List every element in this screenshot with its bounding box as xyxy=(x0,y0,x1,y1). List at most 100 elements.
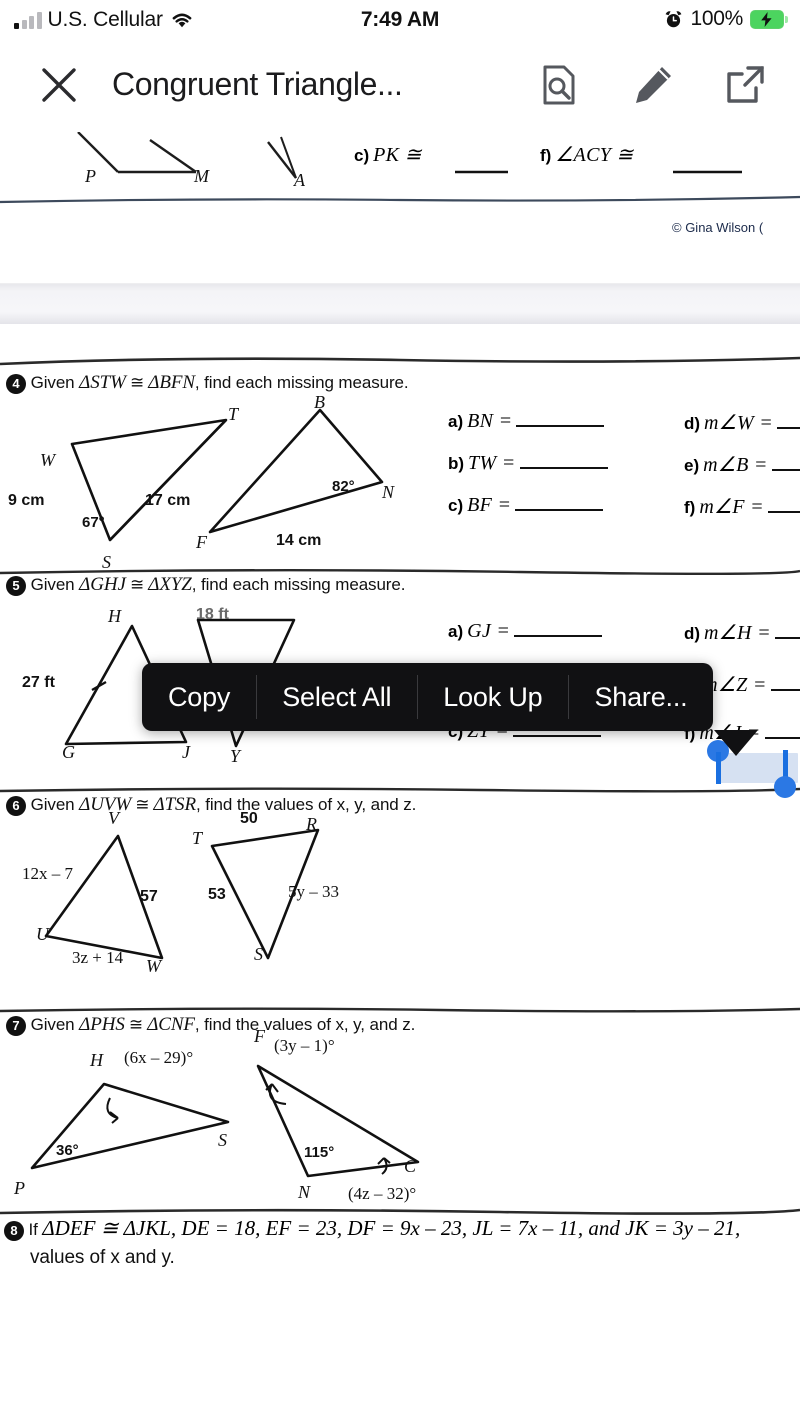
answer-blank[interactable] xyxy=(774,623,800,639)
answer-tag: d) xyxy=(684,624,701,643)
text-selection-context-menu[interactable]: Copy Select All Look Up Share... xyxy=(142,663,714,731)
answer-blank[interactable] xyxy=(767,497,800,513)
q6-vertex-V: V xyxy=(108,808,119,828)
question-6-figure xyxy=(44,828,320,960)
q4-answer-c: c) BF = xyxy=(448,494,604,517)
answer-expr: m∠B = xyxy=(703,454,768,476)
q4-vertex-F: F xyxy=(196,532,207,552)
answer-blank[interactable] xyxy=(770,675,800,691)
battery-percent-label: 100% xyxy=(690,7,743,30)
congruence-symbol: ≅ xyxy=(125,575,149,594)
question-number: 8 xyxy=(4,1220,24,1241)
q4-angle-82: 82° xyxy=(332,478,355,495)
q7-vertex-C: C xyxy=(404,1156,417,1176)
question-7-figure xyxy=(30,1064,420,1178)
answer-blank[interactable] xyxy=(764,723,800,739)
answer-expr: GJ = xyxy=(467,620,511,642)
q7-label-36: 36° xyxy=(56,1142,79,1159)
q6-label-3z-14: 3z + 14 xyxy=(72,948,124,967)
page-separator-band xyxy=(0,284,800,324)
q6-label-12x-7: 12x – 7 xyxy=(22,864,73,883)
q4-angle-67: 67° xyxy=(82,514,105,531)
q6-label-50: 50 xyxy=(240,810,258,827)
figure-label-M: M xyxy=(194,166,209,186)
q4-vertex-T: T xyxy=(228,404,239,424)
q7-label-3y-1: (3y – 1)° xyxy=(274,1036,335,1055)
answer-item-c: c) PK ≅ xyxy=(354,142,422,167)
q4-vertex-B: B xyxy=(314,392,325,412)
answer-expr: m∠F = xyxy=(699,496,764,518)
prompt-triangle-2: ΔCNF xyxy=(147,1014,195,1035)
q6-label-57: 57 xyxy=(140,888,158,905)
prompt-triangle-1: ΔSTW xyxy=(79,372,126,393)
answer-tag: e) xyxy=(684,456,700,475)
congruence-symbol: ≅ xyxy=(125,373,149,392)
answer-blank[interactable] xyxy=(771,455,800,471)
answer-tag: d) xyxy=(684,414,701,433)
menu-item-select-all[interactable]: Select All xyxy=(256,663,417,731)
q7-label-6x-29: (6x – 29)° xyxy=(124,1048,194,1067)
q4-answer-f: f) m∠F = xyxy=(684,494,800,519)
alarm-clock-icon xyxy=(664,10,683,29)
q4-vertex-W: W xyxy=(40,450,55,470)
navigation-bar: Congruent Triangle... xyxy=(0,40,800,132)
selection-handle-end[interactable] xyxy=(772,750,798,800)
answer-blank[interactable] xyxy=(519,453,608,469)
document-search-icon[interactable] xyxy=(536,62,582,108)
q6-vertex-U: U xyxy=(36,924,49,944)
close-icon[interactable] xyxy=(34,60,84,110)
q6-vertex-W: W xyxy=(146,956,161,976)
prompt-math: ΔDEF ≅ ΔJKL, DE = 18, EF = 23, DF = 9x –… xyxy=(42,1216,741,1240)
answer-blank[interactable] xyxy=(516,411,605,427)
answer-tag: c) xyxy=(448,496,464,515)
answer-blank[interactable] xyxy=(514,621,603,637)
document-viewport[interactable]: P M A c) PK ≅ f) ∠ACY ≅ © Gina Wilson ( … xyxy=(0,132,800,1422)
answer-item-f: f) ∠ACY ≅ xyxy=(540,142,634,167)
q5-vertex-G: G xyxy=(62,742,75,762)
q4-side-14cm: 14 cm xyxy=(276,532,322,549)
prompt-triangle-2: ΔXYZ xyxy=(148,574,192,595)
divider-above-q4 xyxy=(0,356,800,366)
prompt-post: , find each missing measure. xyxy=(194,373,409,392)
question-number: 5 xyxy=(6,575,26,596)
q5-vertex-H: H xyxy=(108,606,121,626)
menu-item-share[interactable]: Share... xyxy=(568,663,713,731)
answer-tag: f) xyxy=(540,146,552,165)
answer-expr: PK ≅ xyxy=(373,144,422,166)
prompt-pre: Given xyxy=(30,373,80,392)
q5-vertex-Y: Y xyxy=(230,746,241,766)
question-5-prompt: 5 Given ΔGHJ ≅ ΔXYZ, find each missing m… xyxy=(6,574,405,596)
share-external-icon[interactable] xyxy=(722,62,768,108)
answer-tag: a) xyxy=(448,622,464,641)
answer-expr: m∠H = xyxy=(704,622,771,644)
answer-blank[interactable] xyxy=(515,495,604,511)
q7-label-115: 115° xyxy=(304,1144,335,1161)
prompt-post: , find the values of x, y, and z. xyxy=(195,795,417,814)
prompt-pre: Given xyxy=(30,575,80,594)
q6-vertex-R: R xyxy=(306,814,317,834)
pencil-icon[interactable] xyxy=(630,62,676,108)
menu-item-look-up[interactable]: Look Up xyxy=(417,663,568,731)
prompt-triangle-1: ΔPHS xyxy=(79,1014,125,1035)
context-menu-pointer-arrow xyxy=(714,730,758,756)
q7-vertex-F: F xyxy=(254,1026,265,1046)
question-4-prompt: 4 Given ΔSTW ≅ ΔBFN, find each missing m… xyxy=(6,372,409,394)
prompt-pre: If xyxy=(28,1220,43,1239)
q4-answer-b: b) TW = xyxy=(448,452,608,475)
answer-blank[interactable] xyxy=(777,413,800,429)
q6-label-53: 53 xyxy=(208,886,226,903)
prompt-pre: Given xyxy=(30,795,80,814)
worksheet-page-previous: P M A c) PK ≅ f) ∠ACY ≅ © Gina Wilson ( xyxy=(0,132,800,272)
question-number: 6 xyxy=(6,795,26,816)
q6-vertex-T: T xyxy=(192,828,203,848)
prompt-triangle-1: ΔGHJ xyxy=(79,574,126,595)
status-bar-right: 100% xyxy=(664,7,788,31)
q5-vertex-J: J xyxy=(182,742,190,762)
status-bar: U.S. Cellular 7:49 AM 100% xyxy=(0,0,800,40)
battery-charging-icon xyxy=(750,9,788,29)
answer-tag: c) xyxy=(354,146,370,165)
q5-side-27ft: 27 ft xyxy=(22,674,55,691)
menu-item-copy[interactable]: Copy xyxy=(142,663,256,731)
prompt-line-2: values of x and y. xyxy=(30,1247,175,1268)
q6-label-5y-33: 5y – 33 xyxy=(288,882,339,901)
